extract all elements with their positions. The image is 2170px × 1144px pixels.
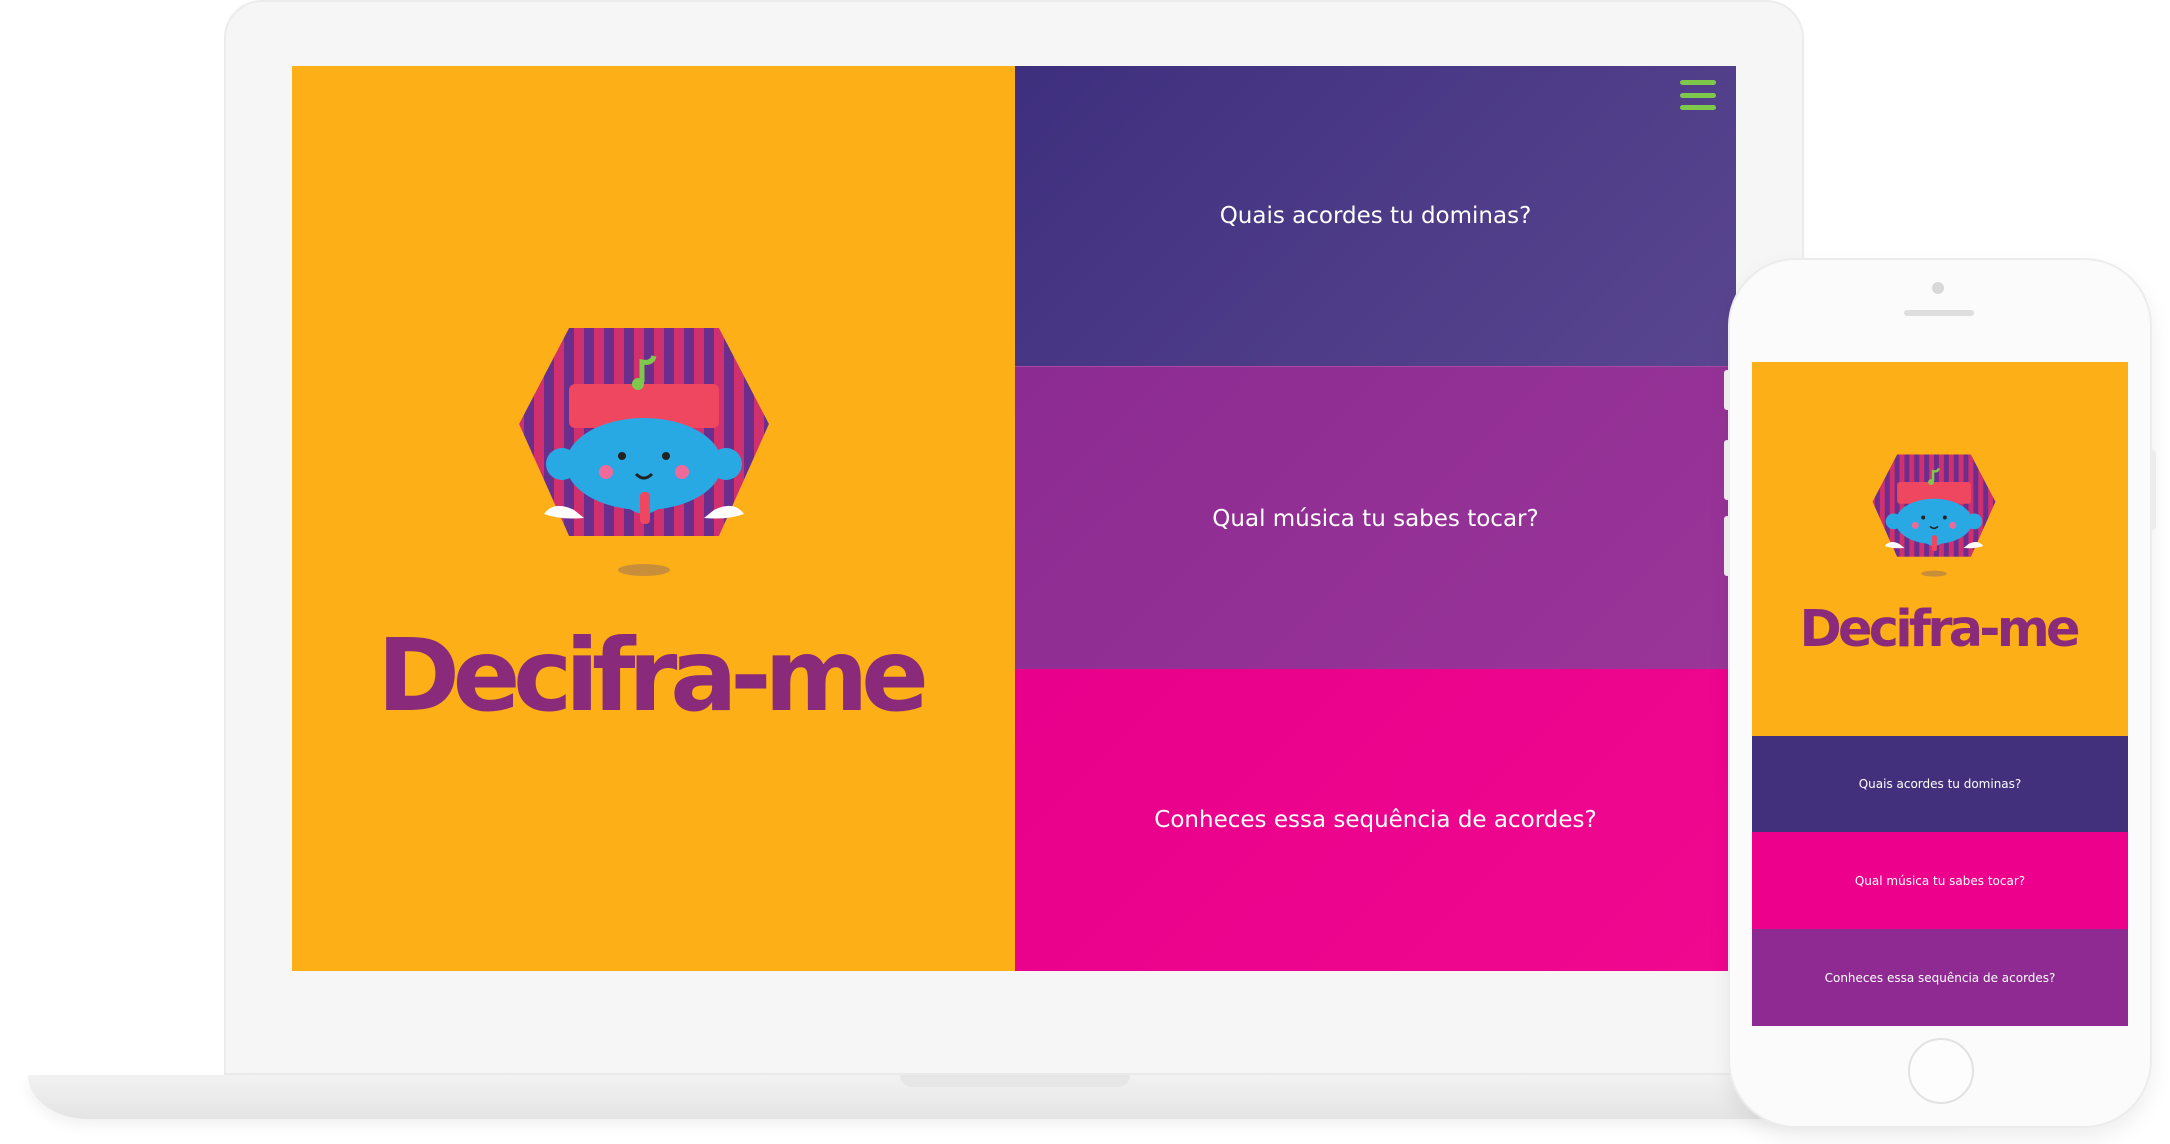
mobile-hero-panel: Decifra-me <box>1752 362 2128 736</box>
phone-frame: Decifra-me Quais acordes tu dominas? Qua… <box>1724 260 2156 1126</box>
menu-line <box>1680 92 1716 98</box>
phone-speaker <box>1904 310 1974 316</box>
option-label: Conheces essa sequência de acordes? <box>1824 970 2056 985</box>
mobile-option-song[interactable]: Qual música tu sabes tocar? <box>1752 832 2128 929</box>
option-label: Qual música tu sabes tocar? <box>1212 505 1539 532</box>
phone-power-button <box>2150 450 2156 530</box>
option-label: Quais acordes tu dominas? <box>1219 203 1532 229</box>
option-chords[interactable]: Quais acordes tu dominas? <box>1015 66 1736 366</box>
hamburger-menu-icon[interactable] <box>1680 80 1716 110</box>
brand-logo: Decifra-me <box>377 624 929 734</box>
menu-line <box>1680 80 1716 85</box>
sphinx-mascot-icon <box>519 328 769 576</box>
option-label: Conheces essa sequência de acordes? <box>1154 807 1597 833</box>
svg-text:Decifra-me: Decifra-me <box>377 624 929 734</box>
option-label: Quais acordes tu dominas? <box>1858 777 2022 791</box>
option-label: Qual música tu sabes tocar? <box>1854 873 2026 888</box>
option-sequence[interactable]: Conheces essa sequência de acordes? <box>1015 669 1736 971</box>
mobile-option-sequence[interactable]: Conheces essa sequência de acordes? <box>1752 929 2128 1026</box>
menu-line <box>1680 105 1716 110</box>
desktop-screen: Decifra-me Quais acordes tu dominas? Qua… <box>292 66 1736 971</box>
phone-mute-switch <box>1724 370 1730 410</box>
mobile-screen: Decifra-me Quais acordes tu dominas? Qua… <box>1752 362 2128 1026</box>
svg-text:Decifra-me: Decifra-me <box>1799 602 2080 658</box>
phone-volume-up <box>1724 440 1730 500</box>
mobile-option-chords[interactable]: Quais acordes tu dominas? <box>1752 736 2128 832</box>
phone-volume-down <box>1724 516 1730 576</box>
quiz-options: Quais acordes tu dominas? Qual música tu… <box>1015 66 1736 971</box>
phone-home-button[interactable] <box>1908 1038 1974 1104</box>
laptop-notch <box>900 1075 1130 1087</box>
brand-logo: Decifra-me <box>1799 602 2080 658</box>
hero-panel: Decifra-me <box>292 66 1015 971</box>
phone-camera <box>1932 282 1944 294</box>
sphinx-mascot-icon <box>1872 454 1996 577</box>
option-song[interactable]: Qual música tu sabes tocar? <box>1015 366 1736 670</box>
